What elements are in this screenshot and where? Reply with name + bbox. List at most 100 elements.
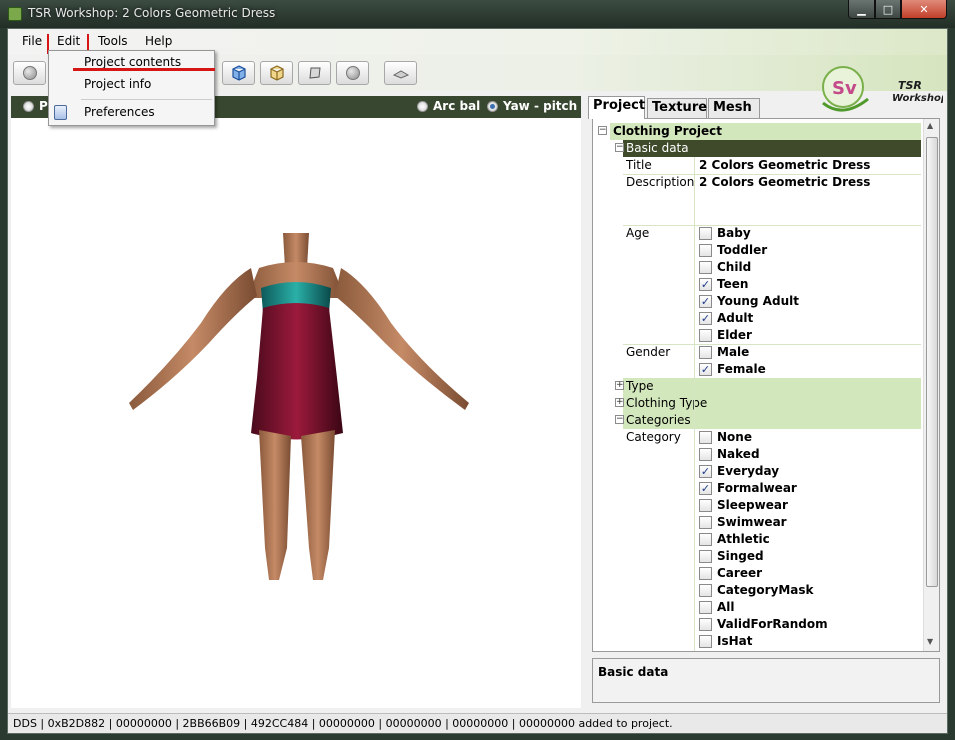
app-icon [8, 7, 22, 21]
projection-radio-label: P [39, 99, 48, 113]
checkbox[interactable] [699, 533, 712, 546]
tree-root[interactable]: Clothing Project [610, 123, 921, 140]
checkbox-label[interactable]: Elder [717, 327, 752, 344]
arc-ball-radio[interactable]: Arc bal [417, 99, 480, 113]
checkbox-label[interactable]: Child [717, 259, 751, 276]
yaw-pitch-radio[interactable]: Yaw - pitch [487, 99, 577, 113]
checkbox-label[interactable]: Male [717, 344, 749, 361]
sphere-icon [22, 66, 37, 80]
render-mode-button[interactable] [13, 61, 46, 85]
checkbox[interactable] [699, 329, 712, 342]
menu-file[interactable]: File [22, 34, 42, 48]
checkbox-label[interactable]: Female [717, 361, 766, 378]
checkbox[interactable] [699, 584, 712, 597]
status-bar: DDS | 0xB2D882 | 00000000 | 2BB66B09 | 4… [8, 713, 947, 733]
checkbox[interactable] [699, 346, 712, 359]
minimize-button[interactable]: ▁ [848, 0, 875, 19]
checkbox[interactable] [699, 618, 712, 631]
checkbox[interactable] [699, 431, 712, 444]
collapse-icon[interactable]: − [598, 126, 607, 135]
checkbox-label[interactable]: Sleepwear [717, 497, 788, 514]
checkbox-label[interactable]: CategoryMask [717, 582, 814, 599]
checkbox-label[interactable]: IsHat [717, 633, 752, 650]
checkbox-label[interactable]: Athletic [717, 531, 770, 548]
checkbox[interactable] [699, 550, 712, 563]
checkbox[interactable] [699, 601, 712, 614]
checkbox[interactable] [699, 635, 712, 648]
client-area: File Edit Tools Help Sv TSR Workshop P A… [7, 28, 948, 734]
logo-badge-text: Sv [832, 78, 857, 99]
checkbox-label[interactable]: Career [717, 565, 762, 582]
field-age-label: Age [626, 226, 650, 240]
checkbox[interactable] [699, 499, 712, 512]
checkbox[interactable] [699, 244, 712, 257]
scroll-up-icon[interactable]: ▲ [927, 121, 933, 130]
light-button[interactable] [336, 61, 369, 85]
expand-icon[interactable]: + [615, 398, 624, 407]
solid-cube-button[interactable] [260, 61, 293, 85]
checkbox-label[interactable]: Everyday [717, 463, 779, 480]
projection-radio[interactable]: P [23, 99, 48, 113]
checkbox-label[interactable]: Toddler [717, 242, 767, 259]
checkbox-label[interactable]: Young Adult [717, 293, 799, 310]
checkbox[interactable]: ✓ [699, 465, 712, 478]
close-button[interactable]: ✕ [901, 0, 947, 19]
floor-button[interactable] [384, 61, 417, 85]
maximize-button[interactable]: □ [875, 0, 901, 19]
checkbox-label[interactable]: All [717, 599, 735, 616]
checkbox[interactable] [699, 448, 712, 461]
checkbox-label[interactable]: Naked [717, 446, 760, 463]
3d-viewport[interactable] [11, 118, 581, 708]
checkbox-label[interactable]: Singed [717, 548, 764, 565]
field-gender-label: Gender [626, 345, 671, 359]
application-window: TSR Workshop: 2 Colors Geometric Dress ▁… [0, 0, 955, 740]
checkbox-label[interactable]: Baby [717, 225, 751, 242]
checkbox[interactable]: ✓ [699, 363, 712, 376]
checkbox[interactable] [699, 516, 712, 529]
field-title-label: Title [626, 158, 652, 172]
project-tree[interactable]: Clothing Project − Basic data − Title 2 … [592, 118, 940, 652]
menu-item-project-info[interactable]: Project info [84, 77, 151, 91]
menu-tools[interactable]: Tools [98, 34, 128, 48]
section-categories[interactable]: Categories [623, 412, 921, 429]
wireframe-cube-icon [231, 65, 246, 81]
collapse-icon[interactable]: − [615, 415, 624, 424]
tab-mesh[interactable]: Mesh [708, 98, 760, 118]
section-basic-data[interactable]: Basic data [623, 140, 921, 157]
menu-item-preferences[interactable]: Preferences [84, 105, 155, 119]
checkbox[interactable] [699, 261, 712, 274]
checkbox-label[interactable]: Teen [717, 276, 748, 293]
checkbox-label[interactable]: Swimwear [717, 514, 787, 531]
scroll-thumb[interactable] [926, 137, 938, 587]
edit-dropdown-menu: Project contents Project info Preference… [48, 50, 215, 126]
expand-icon[interactable]: + [615, 381, 624, 390]
checkbox[interactable]: ✓ [699, 312, 712, 325]
checkbox[interactable]: ✓ [699, 295, 712, 308]
scroll-down-icon[interactable]: ▼ [927, 637, 933, 646]
light-sphere-icon [345, 66, 360, 80]
field-description-value[interactable]: 2 Colors Geometric Dress [699, 174, 870, 191]
checkbox-label[interactable]: ValidForRandom [717, 616, 828, 633]
checkbox[interactable]: ✓ [699, 278, 712, 291]
menu-help[interactable]: Help [145, 34, 172, 48]
checkbox[interactable] [699, 227, 712, 240]
tab-project[interactable]: Project [588, 96, 645, 119]
tree-scrollbar[interactable]: ▲ ▼ [923, 119, 939, 651]
wireframe-button[interactable] [222, 61, 255, 85]
checkbox-label[interactable]: Adult [717, 310, 753, 327]
checkbox-label[interactable]: None [717, 429, 752, 446]
menu-item-project-contents[interactable]: Project contents [84, 55, 181, 69]
checkbox[interactable]: ✓ [699, 482, 712, 495]
checkbox-label[interactable]: Formalwear [717, 480, 797, 497]
section-type[interactable]: Type [623, 378, 921, 395]
plane-view-button[interactable] [298, 61, 331, 85]
radio-icon [23, 101, 34, 112]
field-title-value[interactable]: 2 Colors Geometric Dress [699, 157, 870, 174]
checkbox[interactable] [699, 567, 712, 580]
collapse-icon[interactable]: − [615, 143, 624, 152]
section-clothing-type[interactable]: Clothing Type [623, 395, 921, 412]
title-bar[interactable]: TSR Workshop: 2 Colors Geometric Dress ▁… [0, 0, 955, 28]
arc-ball-label: Arc bal [433, 99, 481, 113]
tab-texture[interactable]: Texture [647, 98, 707, 118]
textured-cube-icon [269, 65, 284, 81]
